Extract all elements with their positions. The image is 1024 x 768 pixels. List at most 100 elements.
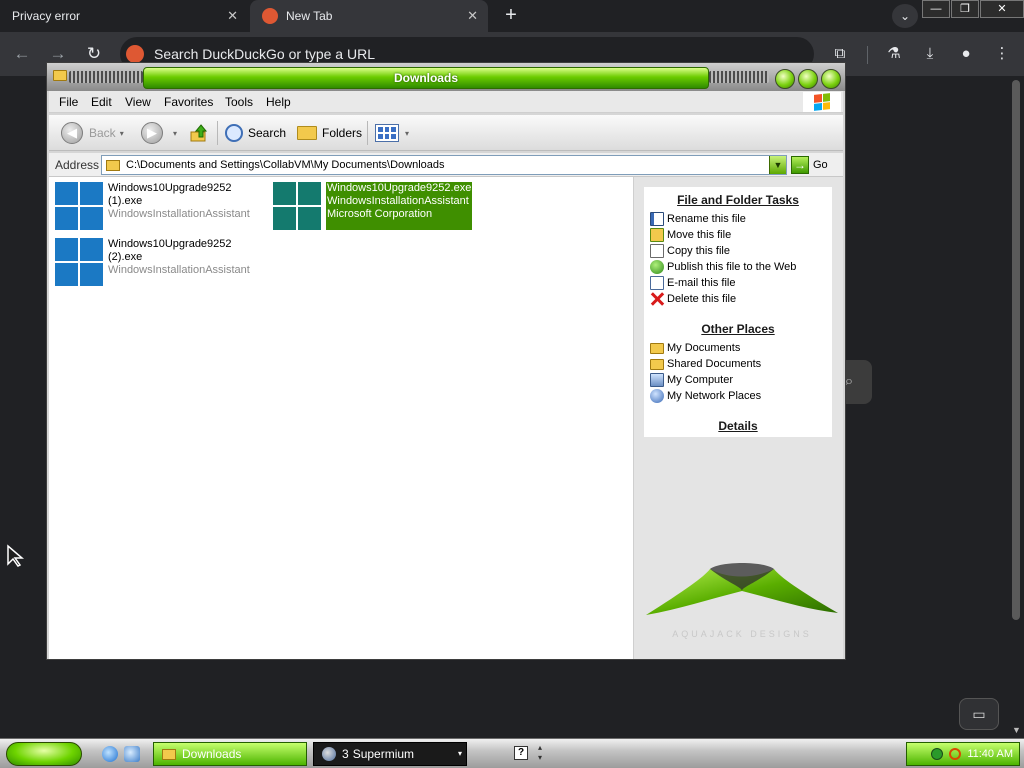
- menu-view[interactable]: View: [125, 95, 151, 109]
- address-dropdown-icon[interactable]: ▼: [769, 156, 786, 174]
- titlebar-grill: [69, 71, 143, 83]
- file-item-selected[interactable]: Windows10Upgrade9252.exe WindowsInstalla…: [273, 182, 473, 230]
- chevron-down-icon[interactable]: ▾: [173, 129, 177, 138]
- file-item[interactable]: Windows10Upgrade9252 (1).exe WindowsInst…: [55, 182, 250, 230]
- tray-arrows-icon[interactable]: ▴ ▾: [538, 743, 542, 763]
- page-scrollbar[interactable]: ▼: [1010, 80, 1022, 735]
- my-network-places-link[interactable]: My Network Places: [650, 388, 761, 404]
- window-title: Downloads: [143, 67, 709, 89]
- toolbar-divider: [217, 121, 218, 145]
- up-folder-button[interactable]: [189, 121, 209, 145]
- place-label: My Computer: [667, 374, 734, 386]
- file-name: Windows10Upgrade9252: [108, 182, 232, 194]
- mouse-cursor-icon: [7, 544, 25, 567]
- back-button[interactable]: ◀ Back ▾: [61, 121, 124, 145]
- file-company: WindowsInstallationAssistant: [108, 264, 250, 276]
- folders-label: Folders: [322, 126, 363, 140]
- feedback-button[interactable]: ▭: [959, 698, 999, 730]
- copy-icon: [650, 244, 664, 258]
- back-label: Back: [89, 126, 116, 140]
- internet-explorer-icon[interactable]: [102, 746, 118, 762]
- download-icon[interactable]: ⤓: [918, 42, 942, 66]
- place-label: Shared Documents: [667, 358, 762, 370]
- chevron-down-icon[interactable]: ▾: [405, 129, 409, 138]
- chevron-down-icon[interactable]: ▾: [120, 129, 124, 138]
- menu-icon[interactable]: ⋮: [990, 42, 1014, 66]
- rename-file-link[interactable]: Rename this file: [650, 211, 746, 227]
- network-icon[interactable]: [931, 748, 944, 760]
- move-file-link[interactable]: Move this file: [650, 227, 731, 243]
- restore-button[interactable]: ❐: [951, 0, 979, 18]
- menu-favorites[interactable]: Favorites: [164, 95, 213, 109]
- windows-flag-icon: [814, 93, 830, 111]
- back-button[interactable]: ←: [10, 42, 34, 66]
- address-input[interactable]: C:\Documents and Settings\CollabVM\My Do…: [101, 155, 787, 175]
- tab-privacy-error[interactable]: Privacy error ✕: [0, 0, 248, 32]
- help-icon[interactable]: ?: [514, 746, 528, 760]
- tab-new-tab[interactable]: New Tab ✕: [250, 0, 488, 32]
- labs-icon[interactable]: ⚗: [882, 42, 906, 66]
- duckduckgo-icon: [126, 45, 144, 63]
- tab-close-icon[interactable]: ✕: [227, 8, 238, 24]
- close-window-button[interactable]: ✕: [980, 0, 1024, 18]
- other-places-heading[interactable]: Other Places: [644, 322, 832, 336]
- views-button[interactable]: ▾: [375, 121, 409, 145]
- folder-icon: [162, 748, 176, 760]
- file-item[interactable]: Windows10Upgrade9252 (2).exe WindowsInst…: [55, 238, 250, 286]
- copy-file-link[interactable]: Copy this file: [650, 243, 730, 259]
- menu-tools[interactable]: Tools: [225, 95, 253, 109]
- taskbar-label: Supermium: [352, 747, 415, 761]
- move-icon: [650, 228, 664, 242]
- search-icon[interactable]: [949, 748, 962, 760]
- delete-file-link[interactable]: Delete this file: [650, 291, 736, 307]
- my-computer-link[interactable]: My Computer: [650, 372, 733, 388]
- forward-button[interactable]: ▶ ▾: [141, 121, 177, 145]
- scrollbar-thumb[interactable]: [1012, 80, 1020, 620]
- windows-logo-icon: [55, 238, 103, 286]
- windows-flag-logo: [803, 92, 841, 112]
- go-button[interactable]: → Go: [791, 155, 828, 175]
- folders-icon: [297, 126, 317, 140]
- task-label: Copy this file: [667, 245, 730, 257]
- file-list[interactable]: Windows10Upgrade9252 (1).exe WindowsInst…: [49, 177, 633, 659]
- scroll-down-icon[interactable]: ▼: [1012, 725, 1021, 735]
- go-arrow-icon: →: [791, 156, 809, 174]
- taskbar-supermium[interactable]: 3 Supermium ▾: [313, 742, 467, 766]
- file-folder-tasks-heading[interactable]: File and Folder Tasks: [644, 193, 832, 207]
- task-box: File and Folder Tasks Rename this file M…: [644, 187, 832, 437]
- shared-documents-link[interactable]: Shared Documents: [650, 356, 761, 372]
- new-tab-button[interactable]: +: [498, 3, 524, 29]
- address-path: C:\Documents and Settings\CollabVM\My Do…: [126, 159, 445, 171]
- maximize-button[interactable]: [798, 69, 818, 89]
- publish-file-link[interactable]: Publish this file to the Web: [650, 259, 796, 275]
- views-icon: [375, 124, 399, 142]
- window-titlebar[interactable]: Downloads: [47, 63, 845, 91]
- place-label: My Network Places: [667, 390, 762, 402]
- menu-edit[interactable]: Edit: [91, 95, 112, 109]
- search-button[interactable]: Search: [225, 121, 286, 145]
- minimize-button[interactable]: [775, 69, 795, 89]
- show-desktop-icon[interactable]: [124, 746, 140, 762]
- search-icon: [225, 124, 243, 142]
- menu-help[interactable]: Help: [266, 95, 291, 109]
- file-label: Windows10Upgrade9252 (2).exe WindowsInst…: [108, 238, 250, 286]
- profile-icon[interactable]: ●: [954, 42, 978, 66]
- details-heading[interactable]: Details: [644, 419, 832, 433]
- clock[interactable]: 11:40 AM: [967, 748, 1013, 760]
- windows-logo-icon: [55, 182, 103, 230]
- taskbar-downloads[interactable]: Downloads: [153, 742, 307, 766]
- file-label: Windows10Upgrade9252.exe WindowsInstalla…: [326, 182, 473, 230]
- menu-file[interactable]: File: [59, 95, 78, 109]
- close-button[interactable]: [821, 69, 841, 89]
- system-tray: 11:40 AM: [906, 742, 1020, 766]
- xbox-logo-icon: AQUAJACK DESIGNS: [646, 563, 838, 639]
- minimize-button[interactable]: —: [922, 0, 950, 18]
- tab-close-icon[interactable]: ✕: [467, 8, 478, 24]
- my-documents-link[interactable]: My Documents: [650, 340, 740, 356]
- start-button[interactable]: [6, 742, 82, 766]
- email-file-link[interactable]: E-mail this file: [650, 275, 735, 291]
- tab-search-button[interactable]: ⌄: [892, 4, 918, 28]
- branding-text: AQUAJACK DESIGNS: [672, 629, 812, 639]
- back-arrow-icon: ◀: [61, 122, 83, 144]
- folders-button[interactable]: Folders: [297, 121, 362, 145]
